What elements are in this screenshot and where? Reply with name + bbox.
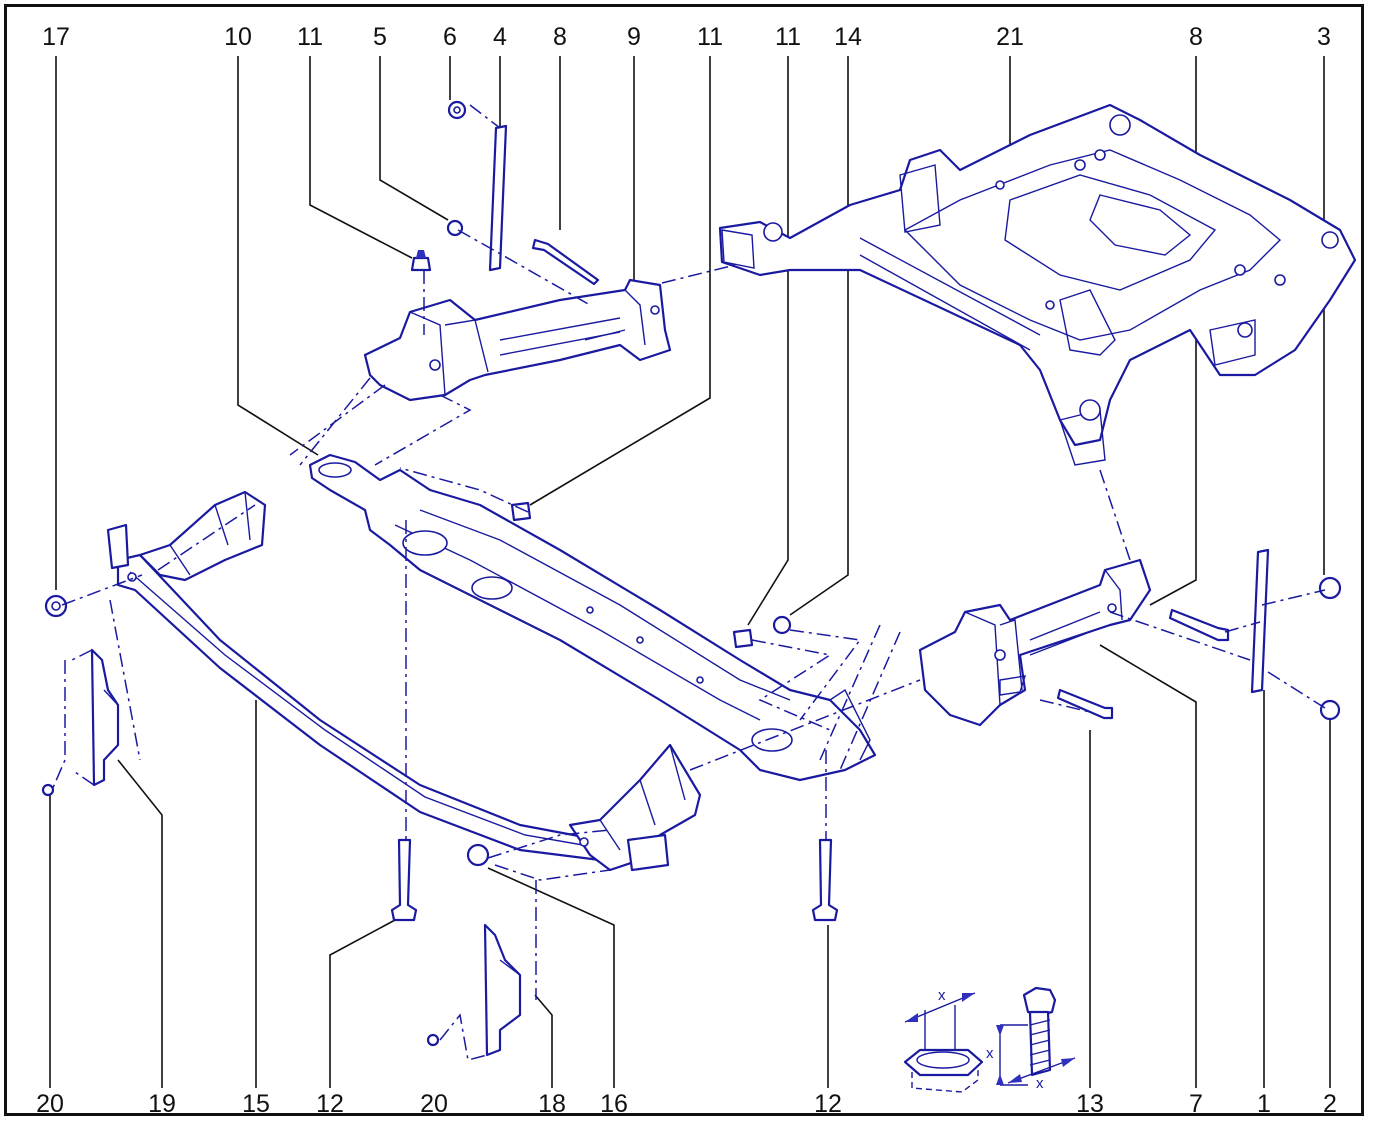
part-5-nut [446,219,464,237]
callout-12b: 12 [814,1090,842,1118]
callout-9: 9 [627,23,641,51]
callout-14: 14 [834,23,862,51]
part-8-bolt-a [531,238,600,286]
part-16-nut [466,843,490,867]
callout-11c: 11 [775,23,801,51]
part-4-strap-left [488,124,508,272]
callout-2: 2 [1323,1090,1337,1118]
leader-7 [1099,644,1197,1088]
part-11-bolt-a [410,250,432,272]
callout-5: 5 [373,23,387,51]
part-8-bolt-b [1168,608,1230,642]
callout-17: 17 [42,23,70,51]
part-9-upper-left-bracket [363,278,672,402]
callouts-bottom: 20 19 15 12 20 18 16 12 13 7 1 2 [36,1090,1337,1118]
part-19-bracket-left [90,648,120,787]
callout-19: 19 [148,1090,176,1118]
part-21-subframe [718,103,1357,466]
callout-13: 13 [1076,1090,1104,1118]
callout-16: 16 [600,1090,628,1118]
dim-label-bolt-diameter: x [1036,1075,1044,1092]
callout-20a: 20 [36,1090,64,1118]
callout-8b: 8 [1189,23,1203,51]
leader-10 [237,56,319,456]
dim-label-nut: x [938,987,946,1004]
callout-4: 4 [493,23,507,51]
leader-19 [117,759,163,1088]
leader-18 [534,994,553,1088]
part-12-long-bolt-b [811,838,839,922]
leader-5 [379,56,449,221]
part-14-nut [772,615,792,635]
callout-11a: 11 [297,23,323,51]
callout-11b: 11 [697,23,723,51]
part-10-cross-member [308,453,877,782]
part-7-lower-right-bracket [918,558,1152,727]
exploded-parts-diagram: 17 10 11 5 6 4 8 9 11 11 14 21 8 3 20 19… [36,23,1357,1118]
callout-10: 10 [224,23,252,51]
part-20-screw-b [426,1033,440,1047]
leader-14 [789,56,849,616]
callout-15: 15 [242,1090,270,1118]
callout-8a: 8 [553,23,567,51]
part-2-bolt [1319,699,1341,721]
dim-label-bolt-length: x [986,1045,994,1062]
part-12-long-bolt-a [390,838,418,922]
callout-6: 6 [443,23,457,51]
callout-7: 7 [1189,1090,1203,1118]
part-13-bolt [1056,688,1114,720]
leader-12a [329,919,396,1088]
callout-12a: 12 [316,1090,344,1118]
callout-21: 21 [996,23,1024,51]
callout-1: 1 [1257,1090,1271,1118]
part-20-screw-a [41,783,55,797]
part-18-bracket-bottom [483,923,522,1057]
callout-18: 18 [538,1090,566,1118]
part-1-strap-right [1250,548,1270,694]
part-17-nut [44,594,68,618]
callouts-top: 17 10 11 5 6 4 8 9 11 11 14 21 8 3 [42,23,1331,51]
part-3-nut [1318,576,1342,600]
mount-bush [1109,114,1131,136]
leader-11a [309,56,413,259]
part-6-nut [447,100,467,120]
dimension-detail: x x x [903,986,1076,1093]
callout-20b: 20 [420,1090,448,1118]
callout-3: 3 [1317,23,1331,51]
leader-11b [529,56,711,506]
leader-11c [747,56,789,626]
part-11-bolt-c [732,628,754,649]
